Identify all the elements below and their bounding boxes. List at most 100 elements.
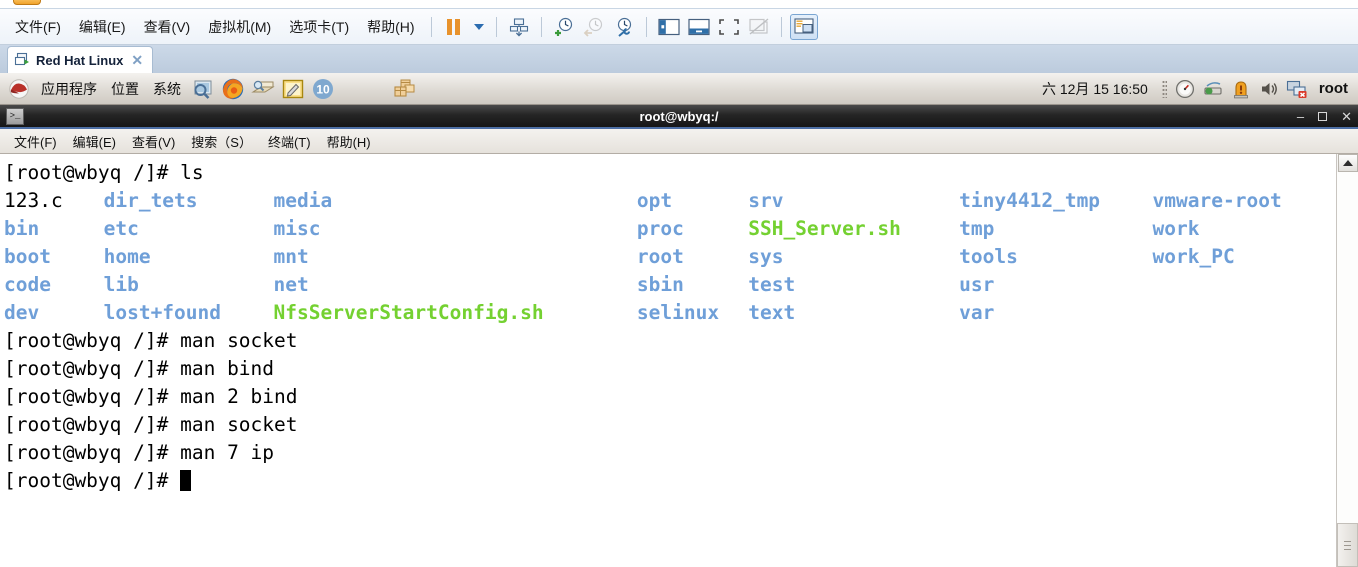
gnome-menu-applications[interactable]: 应用程序 <box>34 76 104 102</box>
minimize-button[interactable]: – <box>1297 110 1304 123</box>
show-library-button[interactable] <box>655 14 683 40</box>
ls-entry: vmware-root <box>1153 187 1282 215</box>
terminal-ls-row: boothomemntrootsystoolswork_PC <box>4 243 1336 271</box>
shell-prompt: [root@wbyq /]# <box>4 161 180 184</box>
vm-tab-label: Red Hat Linux <box>36 53 123 68</box>
menu-help[interactable]: 帮助(H) <box>358 13 423 41</box>
ls-entry: srv <box>748 187 783 215</box>
menu-vm[interactable]: 虚拟机(M) <box>199 13 280 41</box>
red-hat-logo-icon <box>5 76 33 102</box>
unity-mode-icon <box>748 18 770 36</box>
gnome-menu-places[interactable]: 位置 <box>104 76 146 102</box>
terminal-body[interactable]: [root@wbyq /]# ls123.cdir_tetsmediaoptsr… <box>0 154 1358 567</box>
term-menu-terminal[interactable]: 终端(T) <box>260 130 319 153</box>
software-updates-icon[interactable] <box>389 76 417 102</box>
manage-snapshots-button[interactable] <box>505 14 533 40</box>
user-menu[interactable]: root <box>1311 80 1354 97</box>
network-disconnected-icon[interactable] <box>1284 77 1310 101</box>
gnome-menu-system[interactable]: 系统 <box>146 76 188 102</box>
guest-os-screen: 应用程序 位置 系统 <box>0 73 1358 567</box>
terminal-active-prompt: [root@wbyq /]# <box>4 467 1336 495</box>
firefox-icon[interactable] <box>219 76 247 102</box>
take-snapshot-button[interactable] <box>550 14 578 40</box>
ls-entry: tools <box>959 243 1018 271</box>
menu-edit[interactable]: 编辑(E) <box>70 13 135 41</box>
unity-mode-button[interactable] <box>745 14 773 40</box>
ls-entry: sbin <box>637 271 684 299</box>
clock[interactable]: 六 12月 15 16:50 <box>1032 79 1158 99</box>
term-menu-help[interactable]: 帮助(H) <box>319 130 379 153</box>
scrollbar-up-button[interactable] <box>1338 154 1358 172</box>
ls-entry: work_PC <box>1153 243 1235 271</box>
maximize-button[interactable] <box>1318 112 1327 121</box>
network-device-icon[interactable] <box>1200 77 1226 101</box>
ls-entry: bin <box>4 215 39 243</box>
terminal-title: root@wbyq:/ <box>0 109 1358 124</box>
ls-entry: 123.c <box>4 187 63 215</box>
scrollbar-thumb[interactable] <box>1337 523 1358 567</box>
workspace-badge[interactable]: 10 <box>309 76 337 102</box>
ls-entry: lost+found <box>104 299 221 327</box>
terminal-titlebar[interactable]: >_ root@wbyq:/ – ✕ <box>0 105 1358 129</box>
taskbar-item-nub <box>13 0 41 5</box>
show-thumbnails-button[interactable] <box>685 14 713 40</box>
term-menu-edit[interactable]: 编辑(E) <box>65 130 124 153</box>
alert-notification-icon[interactable] <box>1228 77 1254 101</box>
power-options-dropdown[interactable] <box>470 14 488 40</box>
ls-entry: net <box>274 271 309 299</box>
ls-entry: media <box>274 187 333 215</box>
text-editor-icon[interactable] <box>279 76 307 102</box>
enter-fullscreen-button[interactable] <box>715 14 743 40</box>
term-menu-search[interactable]: 搜索（S） <box>183 130 260 153</box>
menu-tabs[interactable]: 选项卡(T) <box>280 13 358 41</box>
vmware-menubar: 文件(F) 编辑(E) 查看(V) 虚拟机(M) 选项卡(T) 帮助(H) <box>0 8 1358 45</box>
snapshot-manager-button[interactable] <box>610 14 638 40</box>
chevron-up-icon <box>1343 160 1353 166</box>
menu-view[interactable]: 查看(V) <box>135 13 200 41</box>
scrollbar-track[interactable] <box>1337 172 1358 523</box>
ls-entry: dev <box>4 299 39 327</box>
ls-entry: usr <box>959 271 994 299</box>
thumbnail-bar-icon <box>688 18 710 36</box>
window-top-edge <box>0 0 1358 8</box>
shell-prompt: [root@wbyq /]# <box>4 357 180 380</box>
image-search-icon[interactable] <box>189 76 217 102</box>
toolbar-separator <box>431 17 432 37</box>
fullscreen-icon <box>718 18 740 36</box>
term-menu-view[interactable]: 查看(V) <box>124 130 183 153</box>
terminal-command-line: [root@wbyq /]# man 7 ip <box>4 439 1336 467</box>
ls-entry: opt <box>637 187 672 215</box>
help-documents-icon[interactable] <box>249 76 277 102</box>
shell-command: man socket <box>180 329 297 352</box>
ls-entry: proc <box>637 215 684 243</box>
terminal-ls-row: binetcmiscprocSSH_Server.shtmpwork <box>4 215 1336 243</box>
console-view-button[interactable] <box>790 14 818 40</box>
ls-entry: boot <box>4 243 51 271</box>
terminal-ls-row: codelibnetsbintestusr <box>4 271 1336 299</box>
ls-entry: NfsServerStartConfig.sh <box>274 299 544 327</box>
toolbar-separator <box>781 17 782 37</box>
close-button[interactable]: ✕ <box>1341 110 1352 123</box>
system-monitor-icon[interactable] <box>1172 77 1198 101</box>
console-view-icon <box>794 18 814 35</box>
shell-command: ls <box>180 161 203 184</box>
revert-snapshot-button[interactable] <box>580 14 608 40</box>
terminal-output[interactable]: [root@wbyq /]# ls123.cdir_tetsmediaoptsr… <box>0 154 1336 567</box>
term-menu-file[interactable]: 文件(F) <box>6 130 65 153</box>
pause-vm-button[interactable] <box>440 14 468 40</box>
window-buttons: – ✕ <box>1297 110 1352 123</box>
pause-icon <box>447 19 460 35</box>
grip-line <box>1344 549 1351 550</box>
toolbar-separator <box>646 17 647 37</box>
volume-icon[interactable] <box>1256 77 1282 101</box>
close-icon[interactable]: ✕ <box>129 52 145 69</box>
menu-file[interactable]: 文件(F) <box>6 13 70 41</box>
ls-entry: code <box>4 271 51 299</box>
shell-prompt: [root@wbyq /]# <box>4 469 180 492</box>
vm-tab-red-hat-linux[interactable]: Red Hat Linux ✕ <box>7 46 153 73</box>
ls-entry: tiny4412_tmp <box>959 187 1100 215</box>
ls-entry: mnt <box>274 243 309 271</box>
chevron-down-icon <box>474 24 484 30</box>
ls-entry: home <box>104 243 151 271</box>
terminal-scrollbar[interactable] <box>1336 154 1358 567</box>
